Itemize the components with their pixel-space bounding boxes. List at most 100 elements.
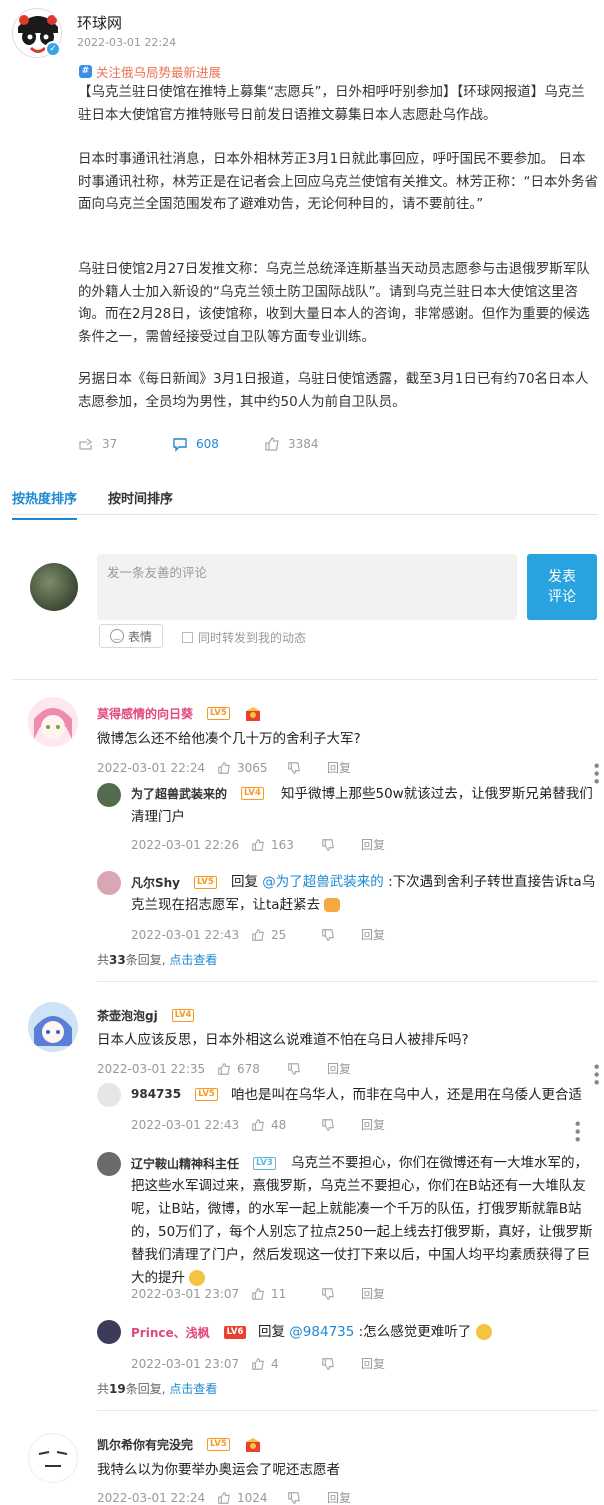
reply-like-count: 25: [271, 927, 287, 942]
comment-meta: 2022-03-01 22:24 3065 回复: [97, 759, 351, 776]
comment-time: 2022-03-01 22:35: [97, 1061, 206, 1076]
more-options-icon[interactable]: •••: [587, 761, 604, 785]
thumbs-up-icon: [218, 761, 230, 774]
more-replies: 共19条回复, 点击查看: [97, 1382, 218, 1396]
comment-avatar[interactable]: [28, 697, 78, 747]
submit-label-line2: 评论: [548, 589, 576, 605]
reply-time: 2022-03-01 22:43: [131, 927, 240, 942]
repost-checkbox[interactable]: 同时转发到我的动态: [182, 629, 306, 646]
checkbox-icon: [182, 632, 193, 643]
comment-username[interactable]: 凯尔希你有完没完: [97, 1436, 193, 1453]
reply-time: 2022-03-01 23:07: [131, 1356, 240, 1371]
comment-meta: 2022-03-01 22:24 1024 回复: [97, 1489, 351, 1505]
reply-like-button[interactable]: 4: [251, 1357, 321, 1371]
emoji-button[interactable]: ‿ 表情: [99, 624, 163, 648]
post-paragraph: 乌驻日使馆2月27日发推文称：乌克兰总统泽连斯基当天动员志愿参与击退俄罗斯军队的…: [78, 261, 590, 345]
divider: [97, 981, 598, 982]
reply-body: :怎么感觉更难听了: [358, 1324, 472, 1340]
topic-label: 关注俄乌局势最新进展: [96, 65, 222, 80]
reply-meta: 2022-03-01 22:43 25 回复: [131, 926, 385, 943]
level-badge: LV4: [171, 1009, 195, 1022]
view-more-replies-link[interactable]: 点击查看: [169, 1382, 217, 1396]
reply-avatar[interactable]: [97, 871, 121, 895]
thumbs-up-icon: [218, 1062, 230, 1075]
repost-button[interactable]: 37: [78, 436, 172, 452]
comment-avatar[interactable]: [28, 1433, 78, 1483]
topic-link[interactable]: # 关注俄乌局势最新进展: [79, 62, 221, 81]
thumbs-down-icon[interactable]: [321, 1118, 335, 1132]
reply-body: 乌克兰不要担心，你们在微博还有一大堆水军的，把这些水军调过来，熹俄罗斯，乌克兰不…: [131, 1155, 593, 1286]
medal-icon: [244, 1437, 262, 1453]
divider: [12, 679, 598, 680]
reply-button[interactable]: 回复: [327, 1489, 351, 1505]
repost-icon: [79, 438, 93, 450]
thumbs-down-icon[interactable]: [321, 1357, 335, 1371]
reply-button[interactable]: 回复: [361, 1355, 385, 1372]
reply-button[interactable]: 回复: [361, 1285, 385, 1302]
comment-button[interactable]: 608: [172, 436, 264, 452]
reply-time: 2022-03-01 22:26: [131, 837, 240, 852]
reply-prefix: 回复: [231, 874, 258, 890]
comment-avatar[interactable]: [28, 1002, 78, 1052]
submit-comment-button[interactable]: 发表 评论: [527, 554, 597, 620]
reply-like-button[interactable]: 48: [251, 1118, 321, 1132]
reply-like-count: 11: [271, 1286, 287, 1301]
comment-like-button[interactable]: 3065: [217, 761, 287, 775]
thumbs-up-icon: [252, 928, 264, 941]
reply-like-count: 4: [271, 1356, 279, 1371]
comment-text: 日本人应该反思，日本外相这么说难道不怕在乌日人被排斥吗?: [97, 1032, 469, 1048]
reply-text: 乌克兰不要担心，你们在微博还有一大堆水军的，把这些水军调过来，熹俄罗斯，乌克兰不…: [131, 1152, 596, 1290]
thumbs-down-icon[interactable]: [321, 838, 335, 852]
mention-link[interactable]: @为了超兽武装来的: [262, 874, 384, 890]
reply-avatar[interactable]: [97, 1083, 121, 1107]
thumbs-down-icon[interactable]: [287, 1062, 301, 1076]
reply-avatar[interactable]: [97, 1320, 121, 1344]
thumbs-up-icon: [252, 838, 264, 851]
comment-like-count: 678: [237, 1061, 260, 1076]
thumbs-up-icon: [252, 1357, 264, 1370]
reply-meta: 2022-03-01 22:26 163 回复: [131, 836, 385, 853]
comment-like-button[interactable]: 678: [217, 1062, 287, 1076]
reply-like-button[interactable]: 11: [251, 1287, 321, 1301]
author-name[interactable]: 环球网: [77, 12, 122, 33]
thumbs-down-icon[interactable]: [321, 1287, 335, 1301]
like-button[interactable]: 3384: [264, 436, 319, 452]
reply-avatar[interactable]: [97, 1152, 121, 1176]
post-paragraph: 【乌克兰驻日使馆在推特上募集“志愿兵”，日外相呼吁别参加】【环球网报道】乌克兰驻…: [78, 84, 585, 123]
reply-like-button[interactable]: 25: [251, 928, 321, 942]
reply-text: 咱也是叫在乌华人，而非在乌中人，还是用在乌倭人更合适: [231, 1087, 582, 1103]
thumbs-up-icon: [265, 437, 279, 451]
thumbs-up-icon: [218, 1491, 230, 1504]
more-options-icon[interactable]: •••: [568, 1119, 586, 1143]
mention-link[interactable]: @984735: [289, 1324, 354, 1340]
reply-button[interactable]: 回复: [361, 926, 385, 943]
reply-button[interactable]: 回复: [361, 1116, 385, 1133]
thumbs-down-icon[interactable]: [287, 761, 301, 775]
like-count: 3384: [288, 437, 319, 451]
comment-input[interactable]: 发一条友善的评论: [97, 554, 517, 620]
reply-avatar[interactable]: [97, 783, 121, 807]
reply-like-button[interactable]: 163: [251, 838, 321, 852]
post-time: 2022-03-01 22:24: [77, 36, 177, 49]
comment-header: 茶壶泡泡gj LV4: [97, 1007, 195, 1024]
tab-sort-time[interactable]: 按时间排序: [108, 488, 173, 520]
cat-emoji-icon: [324, 898, 341, 912]
reply-button[interactable]: 回复: [361, 836, 385, 853]
comment-like-button[interactable]: 1024: [217, 1491, 287, 1505]
reply-text: 知乎微博上那些50w就该过去，让俄罗斯兄弟替我们清理门户: [131, 786, 593, 825]
reply-button[interactable]: 回复: [327, 759, 351, 776]
post-paragraph: 日本时事通讯社消息，日本外相林芳正3月1日就此事回应，呼吁国民不要参加。 日本时…: [78, 151, 598, 212]
tab-sort-hot[interactable]: 按热度排序: [12, 488, 78, 520]
reply-button[interactable]: 回复: [327, 1060, 351, 1077]
comment-username[interactable]: 莫得感情的向日葵: [97, 705, 193, 722]
comment-count: 608: [196, 437, 219, 451]
comment-text: 微博怎么还不给他凑个几十万的舍利子大军?: [97, 731, 361, 747]
view-more-replies-link[interactable]: 点击查看: [169, 953, 217, 967]
thumbs-down-icon[interactable]: [287, 1491, 301, 1505]
comment-username[interactable]: 茶壶泡泡gj: [97, 1007, 158, 1024]
comment-meta: 2022-03-01 22:35 678 回复: [97, 1060, 351, 1077]
thumbs-down-icon[interactable]: [321, 928, 335, 942]
comment-header: 凯尔希你有完没完 LV5: [97, 1436, 262, 1453]
comment-icon: [173, 438, 187, 452]
more-options-icon[interactable]: •••: [587, 1062, 604, 1086]
